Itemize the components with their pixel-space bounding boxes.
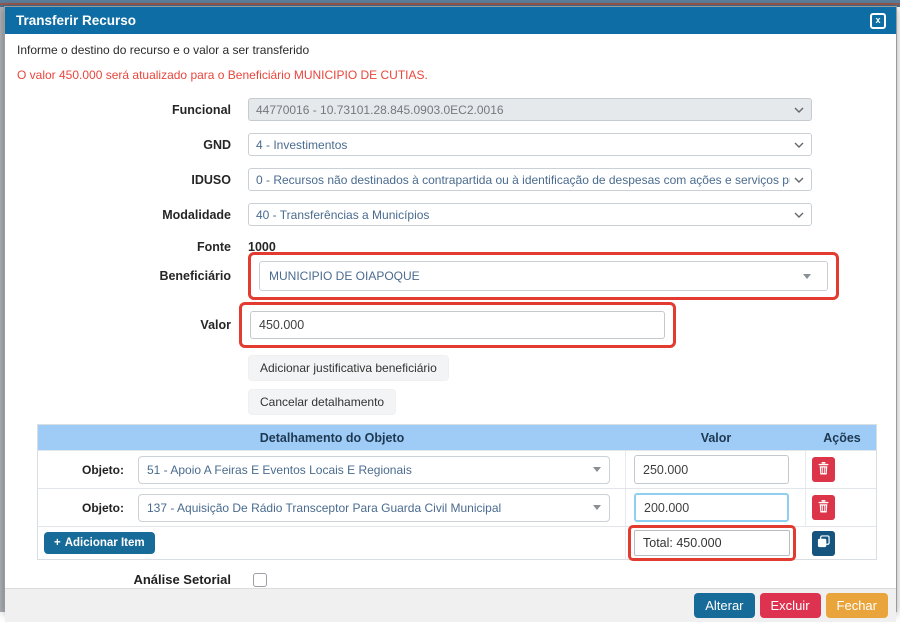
caret-down-icon <box>803 274 811 279</box>
objeto-value-2: 137 - Aquisição De Rádio Transceptor Par… <box>147 501 593 515</box>
objeto-value-1: 51 - Apoio A Feiras E Eventos Locais E R… <box>147 463 593 477</box>
item-valor-input-1[interactable] <box>634 455 789 484</box>
objeto-label: Objeto: <box>38 463 124 477</box>
analise-setorial-label: Análise Setorial <box>17 572 239 587</box>
gnd-value: 4 - Investimentos <box>256 138 790 152</box>
add-item-button[interactable]: + Adicionar Item <box>44 532 155 554</box>
table-row: Objeto: 51 - Apoio A Feiras E Eventos Lo… <box>38 450 876 488</box>
modal-titlebar: Transferir Recurso x <box>5 7 896 34</box>
chevron-down-icon <box>794 212 804 218</box>
gnd-select[interactable]: 4 - Investimentos <box>248 133 812 156</box>
valor-row: Valor <box>17 302 884 348</box>
plus-icon: + <box>54 537 61 549</box>
add-item-label: Adicionar Item <box>65 537 145 549</box>
funcional-row: Funcional 44770016 - 10.73101.28.845.090… <box>17 98 884 121</box>
table-row: Objeto: 137 - Aquisição De Rádio Transce… <box>38 488 876 526</box>
beneficiario-row: Beneficiário MUNICIPIO DE OIAPOQUE <box>17 252 884 300</box>
analise-setorial-checkbox[interactable] <box>253 573 267 587</box>
modalidade-value: 40 - Transferências a Municípios <box>256 208 790 222</box>
table-header-row: Detalhamento do Objeto Valor Ações <box>38 425 876 450</box>
alterar-button[interactable]: Alterar <box>694 593 754 618</box>
add-justification-button[interactable]: Adicionar justificativa beneficiário <box>248 355 449 381</box>
valor-highlight-annotation <box>239 302 676 348</box>
total-highlight-annotation: Total: 450.000 <box>628 525 796 561</box>
valor-label: Valor <box>17 318 239 332</box>
intro-text: Informe o destino do recurso e o valor a… <box>17 43 884 57</box>
beneficiario-label: Beneficiário <box>17 269 239 283</box>
funcional-label: Funcional <box>17 103 239 117</box>
gnd-label: GND <box>17 138 239 152</box>
caret-down-icon <box>593 467 601 472</box>
objeto-select-2[interactable]: 137 - Aquisição De Rádio Transceptor Par… <box>138 494 610 522</box>
funcional-select[interactable]: 44770016 - 10.73101.28.845.0903.0EC2.001… <box>248 98 812 121</box>
iduso-row: IDUSO 0 - Recursos não destinados à cont… <box>17 168 884 191</box>
cancel-detail-button[interactable]: Cancelar detalhamento <box>248 389 396 415</box>
valor-input[interactable] <box>250 311 665 339</box>
caret-down-icon <box>593 505 601 510</box>
copy-icon <box>817 535 830 551</box>
beneficiario-select[interactable]: MUNICIPIO DE OIAPOQUE <box>259 261 828 291</box>
iduso-label: IDUSO <box>17 173 239 187</box>
fonte-label: Fonte <box>17 240 239 254</box>
transfer-resource-modal: Transferir Recurso x Informe o destino d… <box>4 6 897 612</box>
trash-icon <box>818 462 829 478</box>
transfer-form: Funcional 44770016 - 10.73101.28.845.090… <box>17 98 884 415</box>
excluir-button[interactable]: Excluir <box>760 593 821 618</box>
warning-message: O valor 450.000 será atualizado para o B… <box>17 68 884 82</box>
modal-footer: Alterar Excluir Fechar <box>5 588 896 622</box>
chevron-down-icon <box>794 107 804 113</box>
close-icon[interactable]: x <box>870 13 886 29</box>
gnd-row: GND 4 - Investimentos <box>17 133 884 156</box>
delete-item-button-1[interactable] <box>812 457 835 482</box>
beneficiario-value: MUNICIPIO DE OIAPOQUE <box>269 269 803 283</box>
modal-body: Informe o destino do recurso e o valor a… <box>5 43 896 622</box>
objeto-select-1[interactable]: 51 - Apoio A Feiras E Eventos Locais E R… <box>138 456 610 484</box>
chevron-down-icon <box>794 177 804 183</box>
beneficiario-highlight-annotation: MUNICIPIO DE OIAPOQUE <box>248 252 839 300</box>
modalidade-row: Modalidade 40 - Transferências a Municíp… <box>17 203 884 226</box>
iduso-select[interactable]: 0 - Recursos não destinados à contrapart… <box>248 168 812 191</box>
copy-total-button[interactable] <box>812 531 835 556</box>
trash-icon <box>818 500 829 516</box>
objeto-label: Objeto: <box>38 501 124 515</box>
analise-setorial-row: Análise Setorial <box>17 572 884 587</box>
modalidade-select[interactable]: 40 - Transferências a Municípios <box>248 203 812 226</box>
detail-table: Detalhamento do Objeto Valor Ações Objet… <box>37 424 877 560</box>
table-footer-row: + Adicionar Item Total: 450.000 <box>38 526 876 559</box>
modalidade-label: Modalidade <box>17 208 239 222</box>
modal-title: Transferir Recurso <box>16 13 136 28</box>
delete-item-button-2[interactable] <box>812 495 835 520</box>
header-acoes: Ações <box>806 431 878 445</box>
iduso-value: 0 - Recursos não destinados à contrapart… <box>256 173 790 187</box>
header-valor: Valor <box>626 431 806 445</box>
chevron-down-icon <box>794 142 804 148</box>
funcional-value: 44770016 - 10.73101.28.845.0903.0EC2.001… <box>256 103 790 117</box>
header-detalhamento: Detalhamento do Objeto <box>38 431 626 445</box>
fechar-button[interactable]: Fechar <box>826 593 888 618</box>
total-value: Total: 450.000 <box>634 530 790 556</box>
item-valor-input-2[interactable] <box>634 493 789 522</box>
